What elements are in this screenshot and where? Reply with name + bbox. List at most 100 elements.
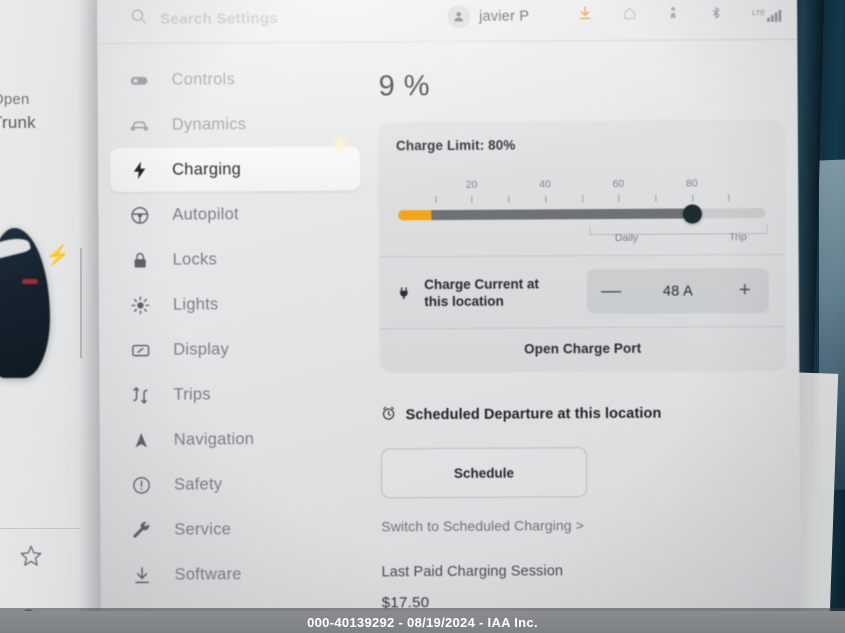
charge-current-label: Charge Current at this location <box>424 275 577 310</box>
car-icon <box>128 114 150 135</box>
last-paid-session-title: Last Paid Charging Session <box>381 563 564 581</box>
lightning-bolt-icon <box>128 159 150 180</box>
slider-tick <box>655 194 657 202</box>
slider-range-label: Daily <box>614 231 639 244</box>
download-icon <box>131 564 153 585</box>
sidebar-item-software[interactable]: Software <box>112 552 362 598</box>
charge-current-label-line2: this location <box>424 293 504 309</box>
decrease-current-button[interactable]: — <box>600 280 622 303</box>
sidebar-label: Navigation <box>173 429 255 449</box>
charge-limit-section: Charge Limit: 80% 20 40 60 80 Daily Trip <box>379 120 785 256</box>
slider-range-labels: Daily Trip <box>396 231 767 251</box>
sidebar-item-safety[interactable]: Safety <box>112 462 362 508</box>
slider-tick-label: 60 <box>612 177 625 190</box>
slider-tick <box>728 194 730 202</box>
battery-level-indicator <box>398 210 432 221</box>
settings-sidebar: Controls Dynamics Charging Autopilot Loc… <box>109 57 362 599</box>
alert-circle-icon <box>130 474 152 495</box>
slider-tick <box>508 195 510 203</box>
charge-current-value: 48 A <box>662 283 694 300</box>
slider-range-label: Trip <box>728 231 747 244</box>
home-location-icon[interactable] <box>622 5 637 25</box>
person-avatar-icon <box>447 4 471 29</box>
slider-tick <box>691 194 693 202</box>
lte-signal-icon[interactable]: LTE <box>752 7 784 22</box>
slider-tick <box>618 194 620 202</box>
search-input[interactable]: Search Settings <box>129 5 379 31</box>
sidebar-label: Locks <box>172 249 218 269</box>
charge-limit-slider[interactable]: 20 40 60 80 Daily Trip <box>396 177 768 246</box>
toggle-switch-icon <box>127 69 149 90</box>
alarm-clock-icon <box>381 405 397 425</box>
scheduled-departure-text: Scheduled Departure at this location <box>405 405 662 424</box>
slider-knob[interactable] <box>682 204 702 224</box>
sun-brightness-icon <box>129 294 151 315</box>
watermark-bar: 000-40139292 - 08/19/2024 - IAA Inc. <box>0 611 845 633</box>
slider-ticks: 20 40 60 80 <box>398 177 765 210</box>
sidebar-item-trips[interactable]: Trips <box>111 372 361 418</box>
slider-track[interactable] <box>398 204 766 224</box>
sidebar-label: Trips <box>173 384 211 404</box>
search-placeholder-text: Search Settings <box>160 9 279 28</box>
slider-tick <box>471 195 473 203</box>
sidebar-item-service[interactable]: Service <box>112 507 362 553</box>
schedule-button[interactable]: Schedule <box>380 447 588 499</box>
star-icon[interactable] <box>18 543 44 574</box>
car-taillight <box>22 279 38 284</box>
sidebar-label: Service <box>174 519 232 539</box>
sidebar-item-autopilot[interactable]: Autopilot <box>110 192 360 238</box>
display-screen-icon <box>129 339 151 360</box>
sidebar-label: Dynamics <box>171 114 247 134</box>
charge-plug-icon <box>397 284 415 302</box>
slider-tick-label: 20 <box>465 178 478 191</box>
charge-limit-card: Charge Limit: 80% 20 40 60 80 Daily Trip <box>378 119 786 372</box>
open-trunk-label: Open Trunk <box>0 88 36 134</box>
wrench-icon <box>130 519 152 540</box>
sidebar-item-dynamics[interactable]: Dynamics <box>110 102 360 148</box>
slider-tick <box>434 196 436 204</box>
vertical-divider <box>80 248 82 358</box>
bluetooth-icon[interactable] <box>709 4 723 26</box>
trips-route-icon <box>129 384 151 405</box>
slider-tick-label: 80 <box>685 177 698 190</box>
scheduled-departure-heading: Scheduled Departure at this location <box>381 403 791 426</box>
slider-filled-track <box>398 208 692 221</box>
increase-current-button[interactable]: + <box>734 279 756 302</box>
steering-wheel-icon <box>128 204 150 225</box>
slider-tick <box>545 195 547 203</box>
profile-button[interactable]: javier P <box>447 4 530 29</box>
open-trunk-line1: Open <box>0 91 30 108</box>
top-bar-right: javier P LTE <box>447 3 784 29</box>
sidebar-item-display[interactable]: Display <box>111 327 361 373</box>
sidebar-item-navigation[interactable]: Navigation <box>112 417 362 463</box>
settings-panel: Search Settings javier P LTE Controls Dy… <box>97 0 801 633</box>
charge-current-row: Charge Current at this location — 48 A + <box>380 255 785 328</box>
sidebar-item-lights[interactable]: Lights <box>111 282 361 328</box>
lte-label: LTE <box>752 7 766 17</box>
driver-profile-icon[interactable] <box>666 5 680 26</box>
charge-limit-label: Charge Limit: 80% <box>395 137 516 154</box>
battery-percent-label: 9 % <box>378 70 431 103</box>
charge-current-label-line1: Charge Current at <box>424 275 540 292</box>
padlock-icon <box>129 250 151 269</box>
open-charge-port-button[interactable]: Open Charge Port <box>380 327 785 371</box>
sidebar-label: Safety <box>173 474 223 494</box>
slider-tick-label: 40 <box>539 178 551 191</box>
sidebar-label: Display <box>173 339 230 359</box>
charge-current-stepper: — 48 A + <box>586 268 769 315</box>
sidebar-item-locks[interactable]: Locks <box>111 237 361 283</box>
profile-name-label: javier P <box>479 8 530 25</box>
slider-tick <box>581 195 583 203</box>
switch-to-scheduled-charging-link[interactable]: Switch to Scheduled Charging > <box>381 516 791 534</box>
open-trunk-line2: Trunk <box>0 113 36 132</box>
sidebar-label: Software <box>174 564 242 584</box>
status-icon-tray: LTE <box>577 3 784 26</box>
sidebar-item-controls[interactable]: Controls <box>109 57 359 103</box>
sidebar-item-charging[interactable]: Charging <box>109 146 361 193</box>
lightning-bolt-icon: ⚡ <box>45 245 70 267</box>
sidebar-label: Controls <box>171 69 236 89</box>
top-bar: Search Settings javier P LTE <box>97 0 797 42</box>
sidebar-label: Autopilot <box>172 204 239 224</box>
software-update-download-icon[interactable] <box>577 5 593 26</box>
screenshot-root: Open Trunk ⚡ Search Settings <box>0 0 845 633</box>
